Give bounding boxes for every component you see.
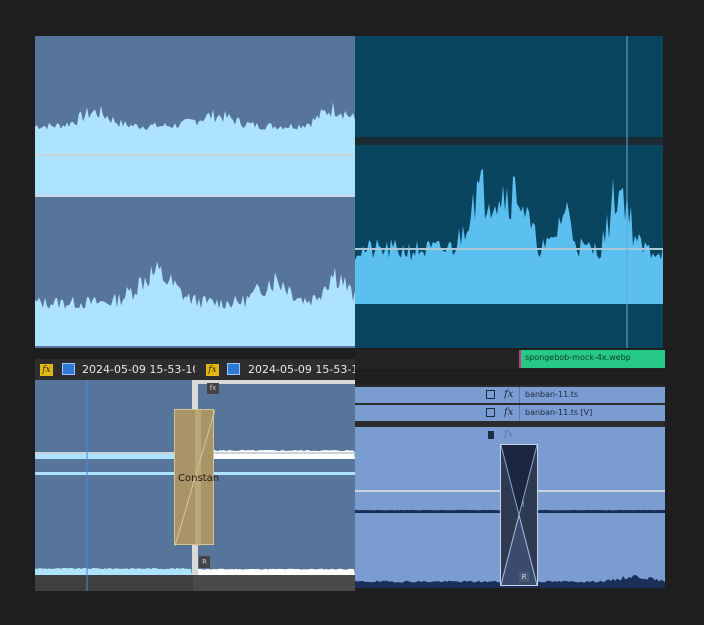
fx-badge-left[interactable]: fx	[40, 364, 53, 376]
left-clip-header[interactable]: fx 2024-05-09 15-53-10.ts	[35, 359, 213, 380]
fx-glyph-3: fx	[504, 429, 514, 440]
fx-glyph-2[interactable]: fx	[504, 407, 513, 418]
teal-waveform	[355, 36, 663, 348]
link-icon	[486, 390, 495, 399]
right-clip-waveform-1	[198, 449, 355, 459]
waveform-channel-1-base	[35, 155, 355, 195]
transition-marker-r: R	[519, 572, 529, 582]
transition-tooltip: Constan	[178, 473, 220, 484]
waveform-panel-top-right	[355, 36, 663, 348]
right-clip-header[interactable]: fx 2024-05-09 15-53-10.ts	[195, 359, 355, 380]
right-clip-name: 2024-05-09 15-53-10.ts	[248, 363, 355, 376]
waveform-channel-2	[35, 261, 355, 346]
stereo-waveform	[35, 101, 355, 346]
transition-crossfade[interactable]: Constan	[174, 409, 219, 546]
clip-thumb-icon-left	[62, 363, 75, 375]
waveform-channel-1	[35, 101, 355, 155]
transition-block-right[interactable]: I R	[500, 444, 538, 586]
transition-marker-mid: I	[522, 500, 525, 509]
left-clip-name: 2024-05-09 15-53-10.ts	[82, 363, 213, 376]
track-1-clip-name: banban-11.ts	[525, 390, 579, 399]
channel-divider	[35, 195, 355, 197]
green-clip[interactable]: spongebob-mock-4x.webp	[519, 350, 665, 368]
waveform-panel-top-left	[35, 36, 355, 348]
track-row-1[interactable]: fx banban-11.ts	[355, 387, 665, 403]
link-icon-2	[486, 408, 495, 417]
track-separator	[355, 137, 663, 145]
track-row-2[interactable]: fx banban-11.ts [V]	[355, 405, 665, 421]
fx-badge-right[interactable]: fx	[206, 364, 219, 376]
clip-thumb-icon-right	[227, 363, 240, 375]
green-clip-label: spongebob-mock-4x.webp	[525, 353, 631, 362]
speaker-icon	[488, 431, 494, 439]
clip-timeline-bottom-left: fx 2024-05-09 15-53-10.ts fx 2024-05-09 …	[35, 359, 355, 591]
track-panel-bottom-right: fx banban-11.ts fx banban-11.ts [V] fx I…	[355, 369, 665, 588]
waveform-teal	[355, 168, 663, 304]
marker-top: fx	[207, 383, 219, 394]
right-clip-waveform-2	[198, 568, 355, 575]
marker-bottom: R	[199, 556, 210, 568]
track-2-clip-name: banban-11.ts [V]	[525, 408, 593, 417]
fx-glyph-1[interactable]: fx	[504, 389, 513, 400]
transition-hourglass	[501, 445, 537, 585]
